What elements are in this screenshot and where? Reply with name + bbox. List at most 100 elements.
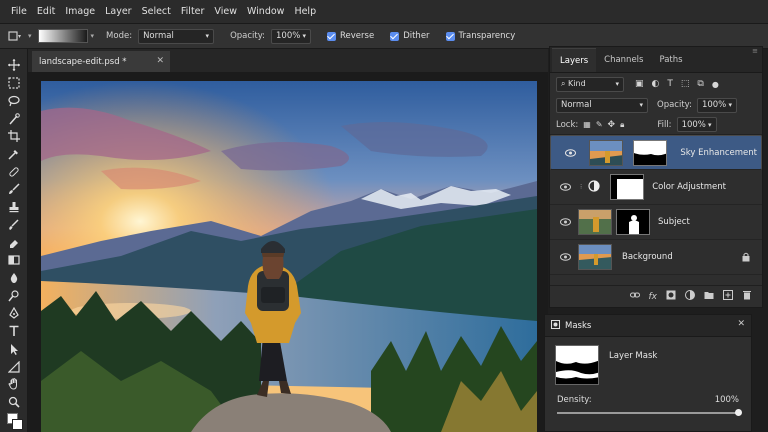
- delete-layer-icon[interactable]: [742, 290, 752, 303]
- close-icon[interactable]: ✕: [156, 56, 164, 66]
- layer-kind-filter[interactable]: ⌕ Kind ▾: [556, 76, 624, 92]
- new-layer-icon[interactable]: [723, 290, 733, 303]
- opacity-label: Opacity:: [230, 31, 266, 41]
- tab-paths[interactable]: Paths: [651, 48, 690, 72]
- chevron-down-icon: ▾: [708, 120, 712, 129]
- layer-row-subject[interactable]: Subject: [550, 205, 762, 240]
- gradient-picker-chevron-icon[interactable]: ▾: [91, 32, 95, 40]
- brush-tool-icon[interactable]: [4, 181, 24, 198]
- color-swatches[interactable]: [4, 411, 24, 432]
- opacity-field[interactable]: 100% ▾: [271, 28, 312, 44]
- clone-stamp-tool-icon[interactable]: [4, 199, 24, 216]
- link-layers-icon[interactable]: [629, 290, 640, 303]
- menu-image[interactable]: Image: [60, 6, 100, 17]
- fill-value: 100%: [681, 119, 706, 130]
- background-color-swatch[interactable]: [11, 419, 23, 431]
- layer-opacity-field[interactable]: 100% ▾: [696, 97, 737, 113]
- shape-tool-icon[interactable]: [4, 358, 24, 375]
- mode-select[interactable]: Normal ▾: [138, 28, 215, 44]
- quick-selection-tool-icon[interactable]: [4, 110, 24, 127]
- lock-icon: [742, 252, 750, 265]
- lock-transparent-icon[interactable]: ▦: [583, 120, 591, 129]
- menu-file[interactable]: File: [6, 6, 32, 17]
- canvas-area: [28, 72, 548, 432]
- history-brush-tool-icon[interactable]: [4, 216, 24, 233]
- zoom-tool-icon[interactable]: [4, 394, 24, 411]
- menu-window[interactable]: Window: [242, 6, 289, 17]
- transparency-checkbox[interactable]: Transparency: [445, 31, 515, 41]
- crop-tool-icon[interactable]: [4, 128, 24, 145]
- menu-layer[interactable]: Layer: [100, 6, 137, 17]
- new-adjustment-layer-icon[interactable]: [685, 290, 695, 303]
- layer-mask-thumbnail[interactable]: [616, 209, 650, 235]
- document-tab-title: landscape-edit.psd *: [39, 56, 127, 67]
- fill-field[interactable]: 100% ▾: [676, 117, 717, 132]
- smart-object-filter-icon[interactable]: ⧉: [697, 79, 703, 89]
- document-tab[interactable]: landscape-edit.psd * ✕: [32, 51, 170, 72]
- layer-kind-value: Kind: [568, 79, 586, 88]
- layer-name: Subject: [658, 217, 690, 227]
- visibility-eye-icon[interactable]: [558, 253, 572, 261]
- visibility-eye-icon[interactable]: [563, 148, 577, 157]
- pen-tool-icon[interactable]: [4, 305, 24, 322]
- menu-edit[interactable]: Edit: [32, 6, 60, 17]
- filter-toggle-icon[interactable]: ●: [712, 80, 719, 89]
- healing-brush-tool-icon[interactable]: [4, 163, 24, 180]
- eraser-tool-icon[interactable]: [4, 234, 24, 251]
- masks-panel-header: Masks ✕: [545, 315, 751, 337]
- hand-tool-icon[interactable]: [4, 376, 24, 393]
- type-layer-filter-icon[interactable]: T: [667, 79, 673, 89]
- menu-filter[interactable]: Filter: [176, 6, 210, 17]
- eyedropper-tool-icon[interactable]: [4, 146, 24, 163]
- path-selection-tool-icon[interactable]: [4, 341, 24, 358]
- gradient-tool-icon[interactable]: [4, 252, 24, 269]
- layer-opacity-label: Opacity:: [657, 100, 692, 110]
- canvas-image[interactable]: [41, 81, 537, 432]
- blur-tool-icon[interactable]: [4, 270, 24, 287]
- mask-preview: [555, 345, 599, 385]
- mode-label: Mode:: [106, 31, 133, 41]
- layer-thumbnail: [588, 139, 623, 166]
- menu-view[interactable]: View: [209, 6, 242, 17]
- marquee-tool-icon[interactable]: [4, 75, 24, 92]
- close-icon[interactable]: ✕: [737, 319, 745, 329]
- blend-mode-value: Normal: [561, 100, 592, 110]
- menu-help[interactable]: Help: [289, 6, 321, 17]
- gradient-preview[interactable]: [37, 29, 88, 43]
- lasso-tool-icon[interactable]: [4, 92, 24, 109]
- dither-checkbox[interactable]: Dither: [390, 31, 430, 41]
- lock-all-icon[interactable]: 🔒︎: [620, 120, 624, 130]
- layer-mask-thumbnail[interactable]: [632, 139, 667, 166]
- layer-row-color-adjustment[interactable]: ⁝ Color Adjustment: [550, 170, 762, 205]
- lock-position-icon[interactable]: ✥: [608, 120, 616, 130]
- tab-channels[interactable]: Channels: [596, 48, 651, 72]
- layer-effects-icon[interactable]: fx: [649, 292, 658, 302]
- blend-mode-select[interactable]: Normal ▾: [556, 97, 648, 113]
- tab-layers[interactable]: Layers: [552, 48, 597, 72]
- dodge-tool-icon[interactable]: [4, 287, 24, 304]
- gradient-tool-icon[interactable]: [8, 30, 22, 42]
- density-slider-handle[interactable]: [735, 409, 742, 416]
- new-group-icon[interactable]: [704, 290, 714, 303]
- check-icon: [327, 31, 337, 41]
- tool-preset-chevron-icon[interactable]: ▾: [28, 32, 32, 40]
- visibility-eye-icon[interactable]: [558, 183, 572, 191]
- panel-options-icon[interactable]: ≡: [752, 47, 758, 55]
- layer-mask-thumbnail[interactable]: [610, 174, 645, 200]
- adjustment-layer-filter-icon[interactable]: ◐: [652, 79, 660, 89]
- shape-layer-filter-icon[interactable]: ⬚: [681, 79, 690, 89]
- document-tab-bar: landscape-edit.psd * ✕: [28, 49, 548, 72]
- move-tool-icon[interactable]: [4, 57, 24, 74]
- type-tool-icon[interactable]: [4, 323, 24, 340]
- layer-opacity-value: 100%: [701, 100, 727, 110]
- reverse-checkbox[interactable]: Reverse: [327, 31, 374, 41]
- add-mask-icon[interactable]: [666, 290, 676, 303]
- menu-select[interactable]: Select: [137, 6, 176, 17]
- layer-row-background[interactable]: Background: [550, 240, 762, 275]
- layer-row-sky-enhancement[interactable]: Sky Enhancement: [550, 135, 762, 170]
- lock-image-icon[interactable]: ✎: [596, 120, 603, 129]
- density-slider[interactable]: [557, 409, 742, 416]
- layer-name: Color Adjustment: [652, 182, 726, 192]
- pixel-layer-filter-icon[interactable]: ▣: [635, 79, 644, 89]
- visibility-eye-icon[interactable]: [558, 218, 572, 226]
